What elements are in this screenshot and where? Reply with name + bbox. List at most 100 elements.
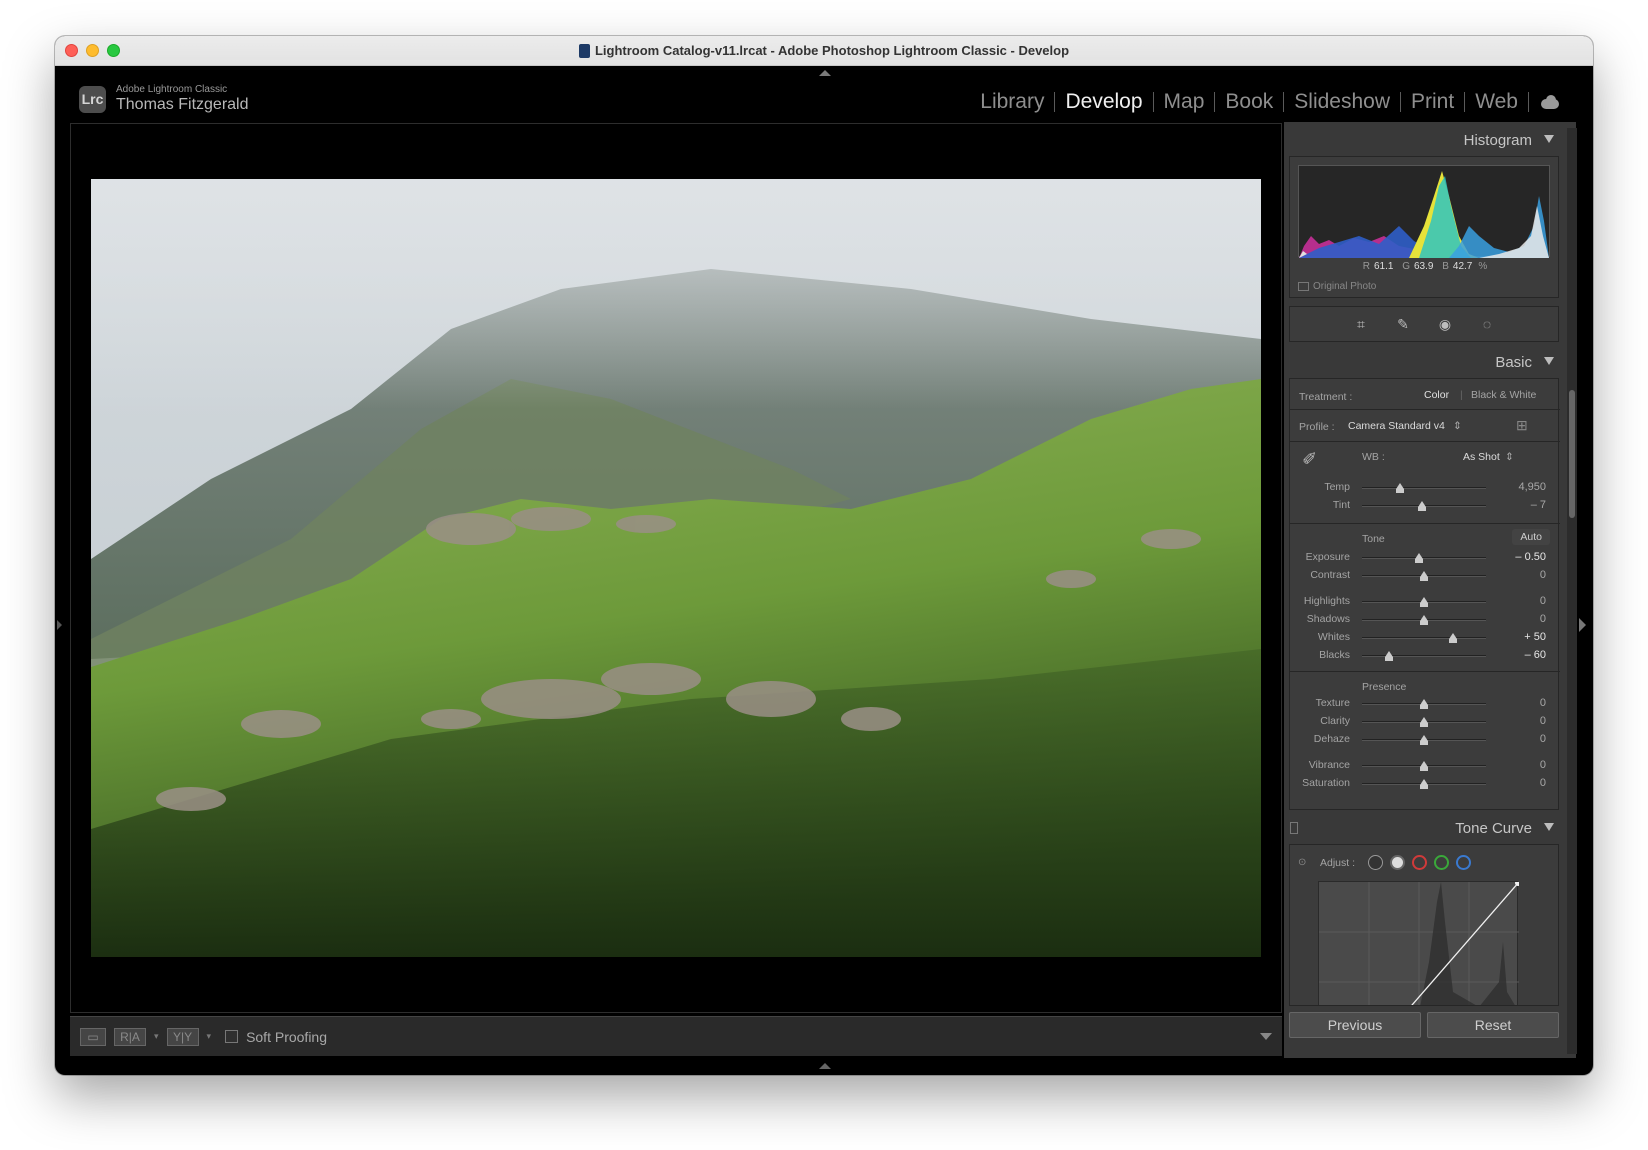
original-photo-toggle[interactable]: Original Photo — [1298, 281, 1376, 292]
tint-slider[interactable] — [1362, 501, 1486, 511]
exposure-slider-handle[interactable] — [1415, 553, 1424, 563]
right-panel-scrollbar[interactable] — [1567, 128, 1577, 1054]
treatment-color-option[interactable]: Color — [1424, 389, 1449, 401]
masking-icon[interactable]: ◌ — [1479, 316, 1495, 332]
zoom-button[interactable] — [107, 44, 120, 57]
module-slideshow[interactable]: Slideshow — [1284, 90, 1400, 114]
histogram-graph[interactable] — [1298, 165, 1550, 258]
module-print[interactable]: Print — [1401, 90, 1464, 114]
close-button[interactable] — [65, 44, 78, 57]
saturation-slider-handle[interactable] — [1420, 779, 1428, 789]
scrollbar-thumb[interactable] — [1569, 390, 1575, 518]
parametric-curve-icon[interactable] — [1368, 855, 1383, 870]
wb-stepper-icon[interactable]: ⇕ — [1505, 451, 1514, 463]
before-after-button[interactable]: R|A — [114, 1027, 146, 1046]
temp-slider-handle[interactable] — [1396, 483, 1405, 493]
dehaze-value[interactable]: 0 — [1540, 733, 1546, 745]
temp-value[interactable]: 4,950 — [1518, 481, 1546, 493]
loupe-viewer[interactable] — [70, 123, 1282, 1013]
texture-slider-handle[interactable] — [1420, 699, 1428, 709]
left-panel-toggle-icon[interactable] — [57, 620, 62, 630]
dehaze-slider-handle[interactable] — [1420, 735, 1428, 745]
histogram-header[interactable]: Histogram — [1284, 126, 1564, 154]
module-develop[interactable]: Develop — [1055, 90, 1152, 114]
before-after-split-button[interactable]: Y|Y — [166, 1027, 199, 1046]
auto-tone-button[interactable]: Auto — [1512, 529, 1550, 545]
module-book[interactable]: Book — [1215, 90, 1283, 114]
module-web[interactable]: Web — [1465, 90, 1528, 114]
shadows-value[interactable]: 0 — [1540, 613, 1546, 625]
collapse-icon[interactable] — [1544, 135, 1554, 143]
tint-value[interactable]: – 7 — [1531, 499, 1546, 511]
profile-select[interactable]: Camera Standard v4 — [1348, 420, 1445, 432]
top-panel-toggle-icon[interactable] — [819, 70, 831, 76]
basic-header[interactable]: Basic — [1284, 348, 1564, 376]
tone-curve-graph[interactable] — [1318, 880, 1521, 1005]
shadows-slider[interactable] — [1362, 615, 1486, 625]
profile-stepper-icon[interactable]: ⇕ — [1453, 420, 1462, 432]
whites-slider-handle[interactable] — [1448, 633, 1457, 643]
dehaze-slider[interactable] — [1362, 735, 1486, 745]
vibrance-value[interactable]: 0 — [1540, 759, 1546, 771]
tone-curve-toggle-icon[interactable] — [1290, 822, 1298, 834]
temp-slider[interactable] — [1362, 483, 1486, 493]
vibrance-slider-handle[interactable] — [1420, 761, 1428, 771]
blacks-slider[interactable] — [1362, 651, 1486, 661]
shadows-slider-handle[interactable] — [1420, 615, 1428, 625]
saturation-slider[interactable] — [1362, 779, 1486, 789]
clarity-value[interactable]: 0 — [1540, 715, 1546, 727]
highlights-slider-handle[interactable] — [1420, 597, 1428, 607]
chevron-down-icon[interactable]: ▾ — [154, 1031, 159, 1042]
saturation-value[interactable]: 0 — [1540, 777, 1546, 789]
red-eye-icon[interactable]: ◉ — [1437, 316, 1453, 332]
point-curve-icon[interactable] — [1390, 855, 1405, 870]
blacks-value[interactable]: – 60 — [1525, 649, 1546, 661]
contrast-value[interactable]: 0 — [1540, 569, 1546, 581]
highlights-value[interactable]: 0 — [1540, 595, 1546, 607]
blue-channel-icon[interactable] — [1456, 855, 1471, 870]
photo-preview[interactable] — [91, 179, 1261, 957]
texture-slider[interactable] — [1362, 699, 1486, 709]
red-channel-icon[interactable] — [1412, 855, 1427, 870]
previous-button[interactable]: Previous — [1289, 1012, 1421, 1038]
green-channel-icon[interactable] — [1434, 855, 1449, 870]
toolbar-menu-icon[interactable] — [1260, 1033, 1272, 1040]
tone-curve-header[interactable]: Tone Curve — [1284, 814, 1564, 842]
crop-icon[interactable]: ⌗ — [1353, 316, 1369, 332]
module-library[interactable]: Library — [970, 90, 1054, 114]
profile-browser-icon[interactable]: ⊞ — [1516, 417, 1528, 434]
whites-slider[interactable] — [1362, 633, 1486, 643]
cloud-sync-icon[interactable] — [1539, 93, 1563, 111]
whites-value[interactable]: + 50 — [1524, 631, 1546, 643]
healing-icon[interactable]: ✎ — [1395, 316, 1411, 332]
minimize-button[interactable] — [86, 44, 99, 57]
treatment-separator: | — [1460, 389, 1463, 401]
treatment-bw-option[interactable]: Black & White — [1471, 389, 1536, 401]
landscape-photo — [91, 179, 1261, 957]
reset-button[interactable]: Reset — [1427, 1012, 1559, 1038]
exposure-slider[interactable] — [1362, 553, 1486, 563]
soft-proofing-checkbox[interactable] — [225, 1030, 239, 1043]
right-panel-toggle-icon[interactable] — [1579, 618, 1586, 632]
collapse-icon[interactable] — [1544, 357, 1554, 365]
blacks-slider-handle[interactable] — [1385, 651, 1394, 661]
wb-eyedropper-icon[interactable]: ✐ — [1302, 449, 1317, 470]
vibrance-slider[interactable] — [1362, 761, 1486, 771]
divider — [1290, 671, 1560, 672]
contrast-slider[interactable] — [1362, 571, 1486, 581]
original-photo-checkbox[interactable] — [1298, 282, 1309, 291]
texture-value[interactable]: 0 — [1540, 697, 1546, 709]
module-map[interactable]: Map — [1154, 90, 1215, 114]
contrast-slider-handle[interactable] — [1420, 571, 1428, 581]
collapse-icon[interactable] — [1544, 823, 1554, 831]
wb-select[interactable]: As Shot — [1463, 451, 1500, 463]
exposure-value[interactable]: – 0.50 — [1515, 551, 1546, 563]
chevron-down-icon[interactable]: ▾ — [207, 1031, 212, 1042]
clarity-slider-handle[interactable] — [1420, 717, 1428, 727]
targeted-adjust-icon[interactable]: ⊙ — [1298, 857, 1306, 868]
tint-slider-handle[interactable] — [1417, 501, 1426, 511]
highlights-slider[interactable] — [1362, 597, 1486, 607]
loupe-view-button[interactable]: ▭ — [80, 1027, 106, 1046]
clarity-slider[interactable] — [1362, 717, 1486, 727]
bottom-panel-toggle-icon[interactable] — [819, 1063, 831, 1069]
